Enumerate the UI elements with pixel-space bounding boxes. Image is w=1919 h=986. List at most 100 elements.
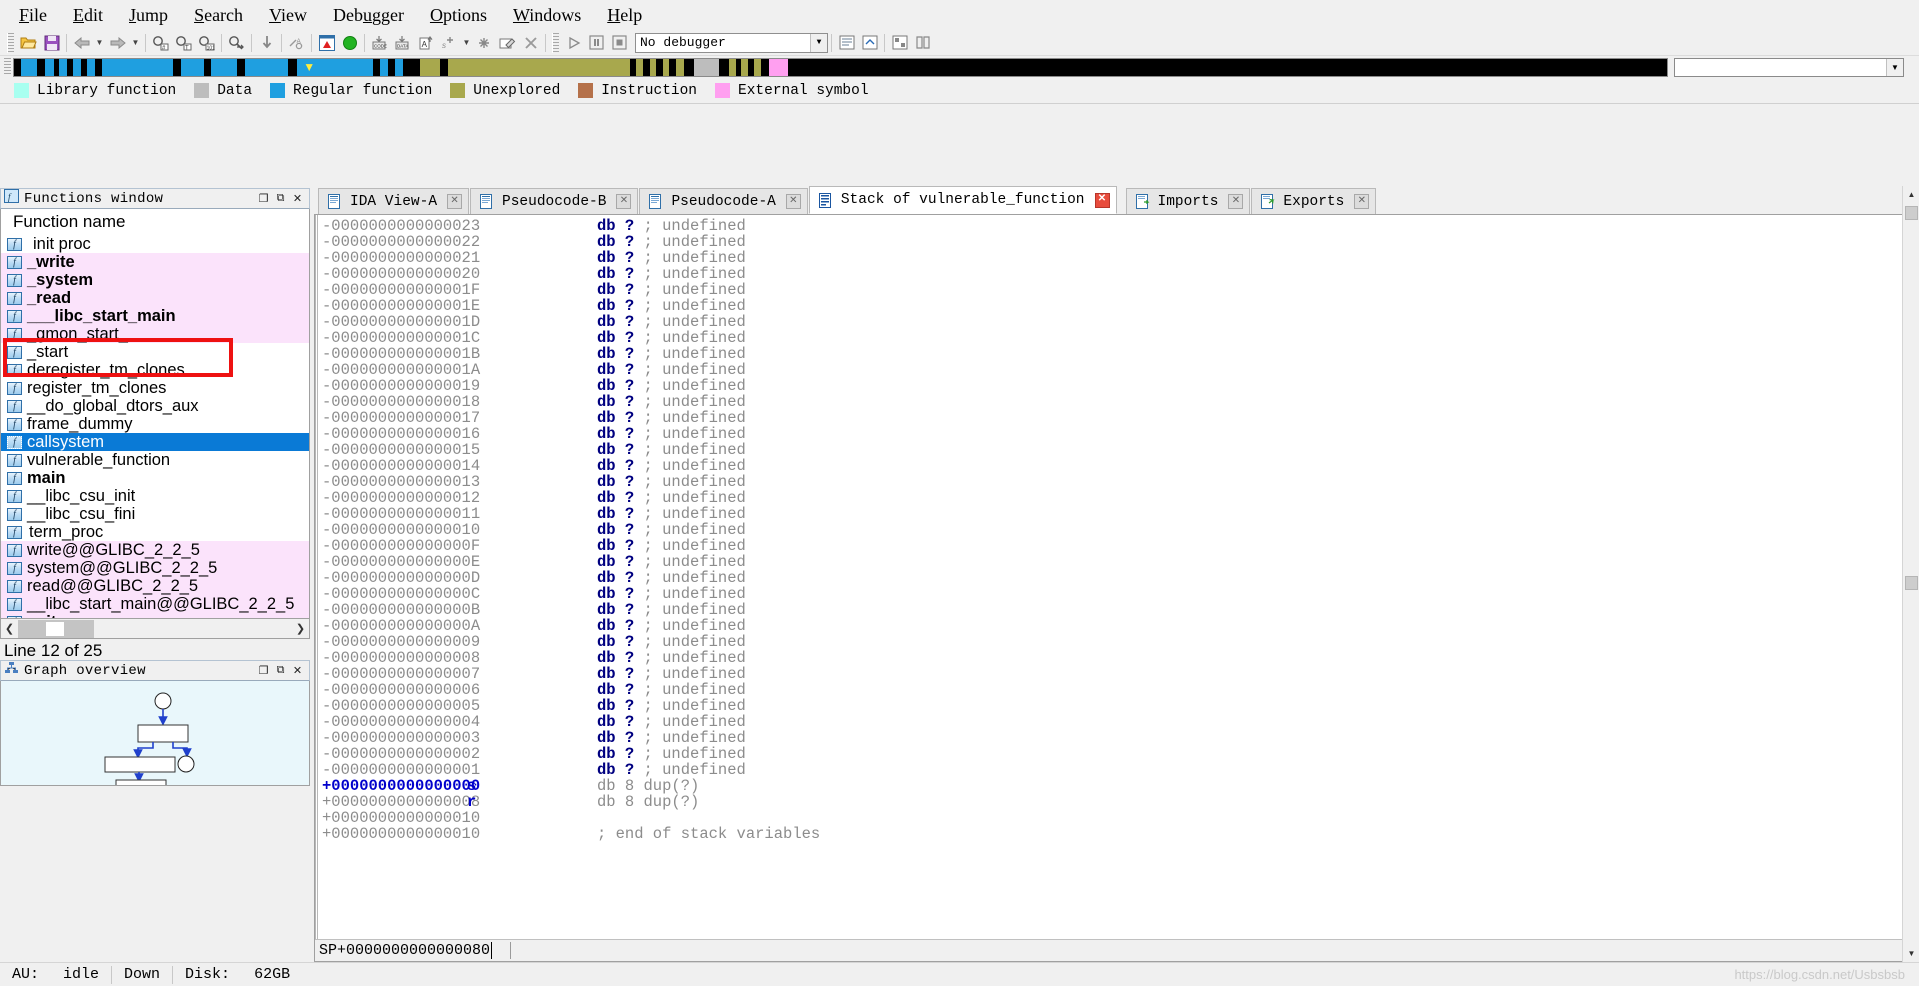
stack-pointer-bar[interactable]: SP+0000000000000080 <box>315 939 1918 961</box>
menu-item-file[interactable]: File <box>6 3 60 27</box>
stack-variable-listing[interactable]: -0000000000000023 db ? ; undefined -000000… <box>315 215 1918 939</box>
stack-line[interactable]: -000000000000000E db ? ; undefined <box>322 554 1918 570</box>
stack-line[interactable]: -0000000000000019 db ? ; undefined <box>322 378 1918 394</box>
tab-exports[interactable]: Exports ✕ <box>1251 188 1377 214</box>
stack-line[interactable]: -000000000000000F db ? ; undefined <box>322 538 1918 554</box>
function-row[interactable]: f _write <box>1 253 309 271</box>
make-struct-icon[interactable]: s <box>437 32 460 54</box>
functions-column-header[interactable]: Function name <box>1 209 309 235</box>
scroll-left-icon[interactable]: ❮ <box>1 620 18 638</box>
function-row[interactable]: f __do_global_dtors_aux <box>1 397 309 415</box>
stack-line[interactable]: -0000000000000017 db ? ; undefined <box>322 410 1918 426</box>
function-row[interactable]: f write@@GLIBC_2_2_5 <box>1 541 309 559</box>
function-row-selected[interactable]: f callsystem <box>1 433 309 451</box>
stack-line[interactable]: +0000000000000008 r db 8 dup(?) <box>322 794 1918 810</box>
stack-line[interactable]: -000000000000000A db ? ; undefined <box>322 618 1918 634</box>
function-row[interactable]: f ___libc_start_main <box>1 307 309 325</box>
tab-imports[interactable]: Imports ✕ <box>1125 188 1251 214</box>
function-row[interactable]: f term_proc <box>1 523 309 541</box>
debugger-select[interactable]: No debugger ▼ <box>635 32 828 53</box>
tab-pseudocode-b[interactable]: Pseudocode-B ✕ <box>470 188 639 214</box>
forward-dropdown-icon[interactable]: ▼ <box>129 32 142 54</box>
hscroll-track[interactable] <box>18 619 292 638</box>
menu-item-options[interactable]: Options <box>417 3 500 27</box>
tab-pseudocode-a[interactable]: Pseudocode-A ✕ <box>639 188 808 214</box>
stack-line[interactable]: -0000000000000014 db ? ; undefined <box>322 458 1918 474</box>
toolbar-grip[interactable] <box>7 32 14 53</box>
maximize-icon[interactable]: ❐ <box>255 662 272 679</box>
vscroll-thumb-top[interactable] <box>1905 206 1918 220</box>
stack-line[interactable]: -0000000000000021 db ? ; undefined <box>322 250 1918 266</box>
no-xrefs-icon[interactable]: A <box>285 32 308 54</box>
function-row[interactable]: f _read <box>1 289 309 307</box>
stack-line[interactable]: -0000000000000005 db ? ; undefined <box>322 698 1918 714</box>
stack-line[interactable]: -0000000000000003 db ? ; undefined <box>322 730 1918 746</box>
jump-down-icon[interactable] <box>255 32 278 54</box>
watches-icon[interactable] <box>911 32 934 54</box>
stack-line[interactable]: -0000000000000010 db ? ; undefined <box>322 522 1918 538</box>
navband-grip[interactable] <box>4 58 11 76</box>
stack-line[interactable]: -000000000000000C db ? ; undefined <box>322 586 1918 602</box>
function-row[interactable]: f read@@GLIBC_2_2_5 <box>1 577 309 595</box>
graph-overview-canvas[interactable] <box>0 681 310 786</box>
close-icon[interactable]: ✕ <box>289 190 306 207</box>
open-folder-icon[interactable] <box>17 32 40 54</box>
ida-graph-icon[interactable] <box>315 32 338 54</box>
search-next-icon[interactable] <box>225 32 248 54</box>
functions-hscrollbar[interactable]: ❮ ❯ <box>0 619 310 639</box>
vscroll-thumb[interactable] <box>1905 576 1918 590</box>
function-row[interactable]: f __libc_start_main@@GLIBC_2_2_5 <box>1 595 309 613</box>
stack-line[interactable]: -000000000000001A db ? ; undefined <box>322 362 1918 378</box>
close-tab-icon[interactable]: ✕ <box>785 194 801 209</box>
function-row[interactable]: f vulnerable_function <box>1 451 309 469</box>
stack-line[interactable]: -000000000000001F db ? ; undefined <box>322 282 1918 298</box>
search-immediate-icon[interactable]: 101 <box>195 32 218 54</box>
menu-item-view[interactable]: View <box>256 3 320 27</box>
menu-item-edit[interactable]: Edit <box>60 3 116 27</box>
main-vertical-scrollbar[interactable]: ▲ ▼ <box>1902 186 1919 962</box>
scroll-right-icon[interactable]: ❯ <box>292 620 309 638</box>
debugger-toolbar-grip[interactable] <box>552 32 559 53</box>
make-data-icon[interactable]: DATA <box>391 32 414 54</box>
stack-line[interactable]: -0000000000000012 db ? ; undefined <box>322 490 1918 506</box>
stack-line[interactable]: -0000000000000015 db ? ; undefined <box>322 442 1918 458</box>
menu-item-jump[interactable]: Jump <box>116 3 181 27</box>
struct-dropdown-icon[interactable]: ▼ <box>460 32 473 54</box>
function-row[interactable]: f frame_dummy <box>1 415 309 433</box>
close-tab-icon[interactable]: ✕ <box>1094 192 1110 208</box>
stack-line[interactable]: -0000000000000011 db ? ; undefined <box>322 506 1918 522</box>
menu-item-search[interactable]: Search <box>181 3 256 27</box>
function-row[interactable]: f init proc <box>1 235 309 253</box>
function-row[interactable]: f deregister_tm_clones <box>1 361 309 379</box>
restore-icon[interactable]: ⧉ <box>272 190 289 207</box>
stack-line[interactable]: -0000000000000006 db ? ; undefined <box>322 682 1918 698</box>
stack-line[interactable]: -0000000000000013 db ? ; undefined <box>322 474 1918 490</box>
stack-line[interactable]: -0000000000000018 db ? ; undefined <box>322 394 1918 410</box>
breakpoints-icon[interactable] <box>888 32 911 54</box>
close-icon[interactable]: ✕ <box>289 662 306 679</box>
function-row[interactable]: f __libc_csu_fini <box>1 505 309 523</box>
search-text-icon[interactable]: T <box>172 32 195 54</box>
tab-ida-view-a[interactable]: IDA View-A ✕ <box>318 188 470 214</box>
menu-item-windows[interactable]: Windows <box>500 3 594 27</box>
stack-line[interactable]: +0000000000000010 ; end of stack variable… <box>322 826 1918 842</box>
stack-line[interactable]: -000000000000001C db ? ; undefined <box>322 330 1918 346</box>
functions-list[interactable]: f init proc f _write f _system f _read f ___libc_… <box>1 235 309 618</box>
back-dropdown-icon[interactable]: ▼ <box>93 32 106 54</box>
stack-line[interactable]: -0000000000000002 db ? ; undefined <box>322 746 1918 762</box>
list-icon[interactable] <box>835 32 858 54</box>
hscroll-thumb[interactable] <box>45 620 65 637</box>
edit-function-icon[interactable] <box>496 32 519 54</box>
stack-line[interactable]: -0000000000000022 db ? ; undefined <box>322 234 1918 250</box>
search-hex-icon[interactable]: # <box>149 32 172 54</box>
pause-icon[interactable] <box>585 32 608 54</box>
sync-icon[interactable] <box>858 32 881 54</box>
function-row[interactable]: f _gmon_start_ <box>1 325 309 343</box>
run-icon[interactable] <box>562 32 585 54</box>
stack-line[interactable]: -0000000000000023 db ? ; undefined <box>322 218 1918 234</box>
stack-line[interactable]: -0000000000000008 db ? ; undefined <box>322 650 1918 666</box>
function-row[interactable]: f register_tm_clones <box>1 379 309 397</box>
close-tab-icon[interactable]: ✕ <box>616 194 632 209</box>
tab-bar[interactable]: IDA View-A ✕ Pseudocode-B ✕ Pseudocode-A ✕ Sta… <box>314 186 1919 214</box>
save-icon[interactable] <box>40 32 63 54</box>
